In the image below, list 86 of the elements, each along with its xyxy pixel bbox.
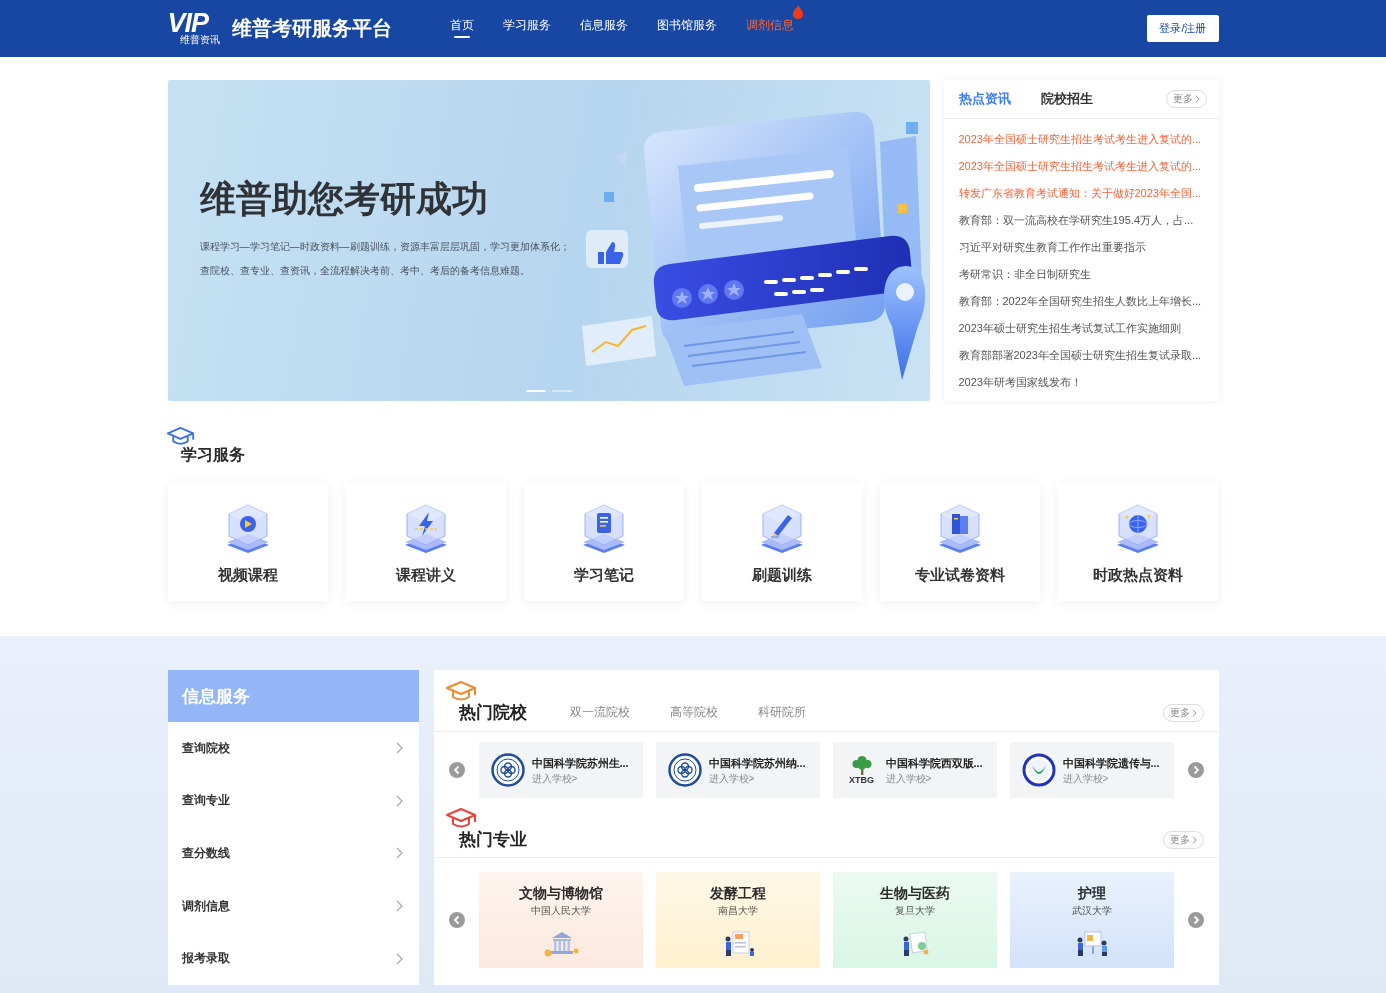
nav-tab[interactable]: 首页 — [449, 0, 474, 57]
service-card[interactable]: 专业试卷资料 — [879, 483, 1040, 601]
previous-button[interactable] — [448, 762, 465, 778]
banner-title: 维普助您考研成功 — [199, 177, 488, 220]
school-name: 中国科学院苏州纳... — [708, 755, 806, 770]
sidebar-item[interactable]: 查分数线 — [167, 827, 419, 880]
section-title: 热门院校 — [458, 702, 527, 723]
school-name: 中国科学院遗传与... — [1062, 755, 1160, 770]
filter-tab[interactable]: 科研院所 — [757, 704, 806, 721]
flame-icon — [791, 5, 804, 19]
graduation-cap-icon — [165, 427, 195, 447]
leaf-emblem-icon — [1021, 753, 1056, 787]
chevron-right-icon — [395, 742, 403, 755]
service-card[interactable]: 视频课程 — [167, 483, 328, 601]
next-button[interactable] — [1187, 762, 1204, 778]
chevron-right-icon — [395, 900, 403, 913]
news-link[interactable]: 教育部部署2023年全国硕士研究生招生复试录取... — [958, 342, 1209, 369]
filter-tab[interactable]: 高等院校 — [669, 704, 718, 721]
chevron-right-icon — [1194, 95, 1200, 103]
major-name: 生物与医药 — [879, 884, 950, 902]
panel-title: 信息服务 — [167, 670, 419, 722]
banner-text: 课程学习—学习笔记—时政资料—刷题训练，资源丰富层层巩固，学习更加体系化； — [199, 240, 570, 254]
more-button[interactable]: 更多 — [1162, 703, 1204, 722]
chevron-right-icon — [395, 952, 403, 965]
previous-button[interactable] — [448, 912, 465, 928]
section-title: 学习服务 — [180, 446, 245, 464]
chevron-right-icon — [1191, 708, 1197, 717]
news-link[interactable]: 2023年研考国家线发布！ — [958, 369, 1209, 396]
chevron-right-icon — [1187, 912, 1204, 928]
school-card[interactable]: 中国科学院苏州生... 进入学校> — [478, 742, 643, 798]
graduation-cap-icon — [444, 680, 477, 703]
banner-text: 查院校、查专业、查资讯，全流程解决考前、考中、考后的备考信息难题。 — [199, 264, 530, 278]
logo-mark: VIP — [167, 12, 209, 34]
tree-icon — [849, 755, 874, 775]
more-button[interactable]: 更多 — [1162, 830, 1204, 849]
school-name: 南昌大学 — [717, 905, 758, 917]
seal-emblem-icon — [490, 753, 525, 787]
major-name: 护理 — [1077, 884, 1106, 902]
news-link[interactable]: 考研常识：非全日制研究生 — [958, 261, 1209, 288]
service-card[interactable]: 刷题训练 — [701, 483, 862, 601]
graduation-cap-icon — [444, 807, 477, 830]
news-link[interactable]: 2023年硕士研究生招生考试复试工作实施细则 — [958, 315, 1209, 342]
major-name: 文物与博物馆 — [518, 884, 603, 902]
school-card[interactable]: 中国科学院苏州纳... 进入学校> — [655, 742, 820, 798]
chevron-right-icon — [395, 794, 403, 807]
school-card[interactable]: 中国科学院遗传与... 进入学校> — [1009, 742, 1174, 798]
section-title: 热门专业 — [458, 829, 527, 850]
school-name: 中国科学院西双版... — [885, 755, 983, 770]
news-link[interactable]: 教育部：双一流高校在学研究生195.4万人，占... — [958, 207, 1209, 234]
school-name: 中国科学院苏州生... — [531, 755, 629, 770]
sidebar-item[interactable]: 报考录取 — [167, 932, 419, 985]
service-card[interactable]: 课程讲义 — [345, 483, 506, 601]
seal-emblem-icon — [667, 753, 702, 787]
school-name: 中国人民大学 — [530, 905, 591, 917]
sidebar-item[interactable]: 查询专业 — [167, 774, 419, 828]
news-tab[interactable]: 院校招生 — [1040, 90, 1093, 108]
next-button[interactable] — [1187, 912, 1204, 928]
service-card[interactable]: 学习笔记 — [523, 483, 684, 601]
nav-tab[interactable]: 学习服务 — [502, 0, 551, 57]
chevron-right-icon — [1191, 835, 1197, 844]
nav-tab[interactable]: 图书馆服务 — [656, 0, 717, 57]
news-link[interactable]: 教育部：2022年全国研究生招生人数比上年增长... — [958, 288, 1209, 315]
more-button[interactable]: 更多 — [1165, 90, 1207, 108]
major-card[interactable]: 文物与博物馆 中国人民大学 — [478, 872, 643, 968]
chevron-left-icon — [448, 762, 465, 778]
major-card[interactable]: 护理 武汉大学 — [1009, 872, 1174, 968]
school-name: 武汉大学 — [1071, 905, 1112, 917]
news-link[interactable]: 习近平对研究生教育工作作出重要指示 — [958, 234, 1209, 261]
login-button[interactable]: 登录/注册 — [1147, 15, 1219, 42]
sidebar-item[interactable]: 调剂信息 — [167, 879, 419, 933]
major-card[interactable]: 发酵工程 南昌大学 — [655, 872, 820, 968]
sidebar-item[interactable]: 查询院校 — [167, 722, 419, 775]
chevron-right-icon — [1187, 762, 1204, 778]
filter-tab[interactable]: 双一流院校 — [569, 704, 630, 721]
school-name: 复旦大学 — [894, 905, 935, 917]
service-card[interactable]: 时政热点资料 — [1057, 483, 1218, 601]
nav-tab[interactable]: 信息服务 — [579, 0, 628, 57]
major-card[interactable]: 生物与医药 复旦大学 — [832, 872, 997, 968]
major-name: 发酵工程 — [709, 884, 766, 902]
chevron-right-icon — [395, 847, 403, 860]
news-tab[interactable]: 热点资讯 — [958, 90, 1011, 108]
logo-caption: 维普资讯 — [179, 34, 220, 45]
chevron-left-icon — [448, 912, 465, 928]
school-card[interactable]: XTBG 中国科学院西双版... 进入学校> — [832, 742, 997, 798]
logo-text: XTBG — [849, 775, 874, 785]
site-title: 维普考研服务平台 — [231, 16, 392, 41]
